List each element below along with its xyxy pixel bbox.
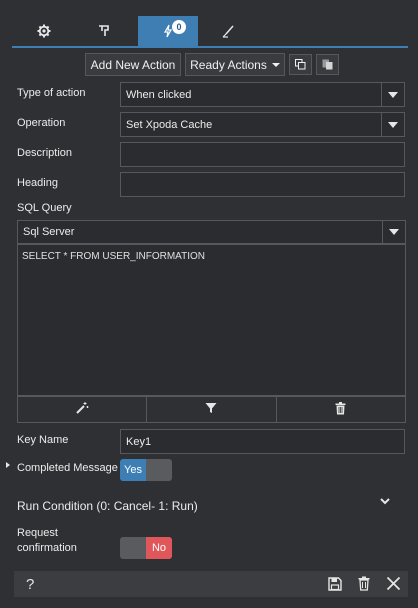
sql-editor-toolbar — [17, 396, 406, 423]
heading-label: Heading — [17, 177, 58, 189]
sql-query-label: SQL Query — [17, 202, 72, 214]
toggle-yes: Yes — [120, 459, 146, 481]
expand-arrow-icon[interactable] — [6, 462, 10, 468]
filter-button[interactable] — [147, 397, 277, 422]
copy-icon — [295, 59, 306, 70]
type-of-action-select[interactable]: When clicked — [120, 82, 405, 107]
heading-input[interactable] — [120, 172, 405, 197]
completed-message-label: Completed Message — [17, 462, 118, 474]
run-condition-label: Run Condition (0: Cancel- 1: Run) — [17, 499, 198, 513]
key-name-label: Key Name — [17, 434, 69, 446]
sql-engine-select[interactable]: Sql Server — [17, 220, 406, 244]
copy-button[interactable] — [289, 54, 312, 75]
chevron-down-icon — [382, 221, 405, 243]
request-confirmation-label-line2: confirmation — [17, 542, 77, 554]
save-icon[interactable] — [328, 577, 342, 594]
tab-style[interactable] — [200, 16, 256, 46]
paste-button[interactable] — [316, 54, 339, 75]
caret-down-icon — [271, 62, 280, 67]
clear-query-button[interactable] — [277, 397, 405, 422]
operation-label: Operation — [17, 117, 66, 129]
key-name-input[interactable]: Key1 — [120, 429, 405, 454]
help-button[interactable]: ? — [26, 576, 34, 593]
brush-icon — [221, 24, 235, 38]
trash-icon — [335, 401, 346, 418]
close-icon[interactable] — [386, 576, 401, 594]
request-confirmation-label-line1: Request — [17, 527, 58, 539]
description-label: Description — [17, 147, 73, 159]
flag-icon — [97, 24, 111, 38]
operation-select[interactable]: Set Xpoda Cache — [120, 112, 405, 137]
tab-settings[interactable] — [16, 16, 72, 46]
tab-layout[interactable] — [76, 16, 132, 46]
chevron-down-icon[interactable] — [379, 496, 391, 509]
operation-value: Set Xpoda Cache — [126, 118, 213, 131]
chevron-down-icon — [381, 83, 404, 106]
chevron-down-icon — [381, 113, 404, 136]
ready-actions-label: Ready Actions — [190, 57, 267, 72]
tab-bar: 0 — [12, 16, 408, 48]
completed-message-toggle[interactable]: Yes — [120, 459, 172, 481]
request-confirmation-toggle[interactable]: No — [120, 537, 172, 559]
toggle-off-segment — [146, 459, 172, 481]
paste-icon — [322, 59, 333, 70]
trash-icon[interactable] — [358, 576, 370, 594]
footer-bar: ? — [14, 571, 408, 597]
actions-count-badge: 0 — [172, 20, 186, 34]
type-of-action-label: Type of action — [17, 87, 86, 99]
sql-engine-value: Sql Server — [23, 226, 75, 238]
toggle-off-segment — [120, 537, 146, 559]
sql-query-text: SELECT * FROM USER_INFORMATION — [22, 251, 205, 262]
description-input[interactable] — [120, 142, 405, 167]
gear-icon — [37, 24, 51, 38]
format-sql-button[interactable] — [18, 397, 148, 422]
type-of-action-value: When clicked — [126, 88, 192, 101]
sql-query-editor[interactable]: SELECT * FROM USER_INFORMATION — [17, 244, 406, 396]
filter-icon — [205, 402, 217, 417]
tab-actions[interactable]: 0 — [138, 16, 198, 46]
ready-actions-dropdown[interactable]: Ready Actions — [185, 53, 285, 76]
toggle-no: No — [146, 537, 172, 559]
add-new-action-button[interactable]: Add New Action — [85, 53, 181, 76]
magic-wand-icon — [75, 401, 89, 418]
